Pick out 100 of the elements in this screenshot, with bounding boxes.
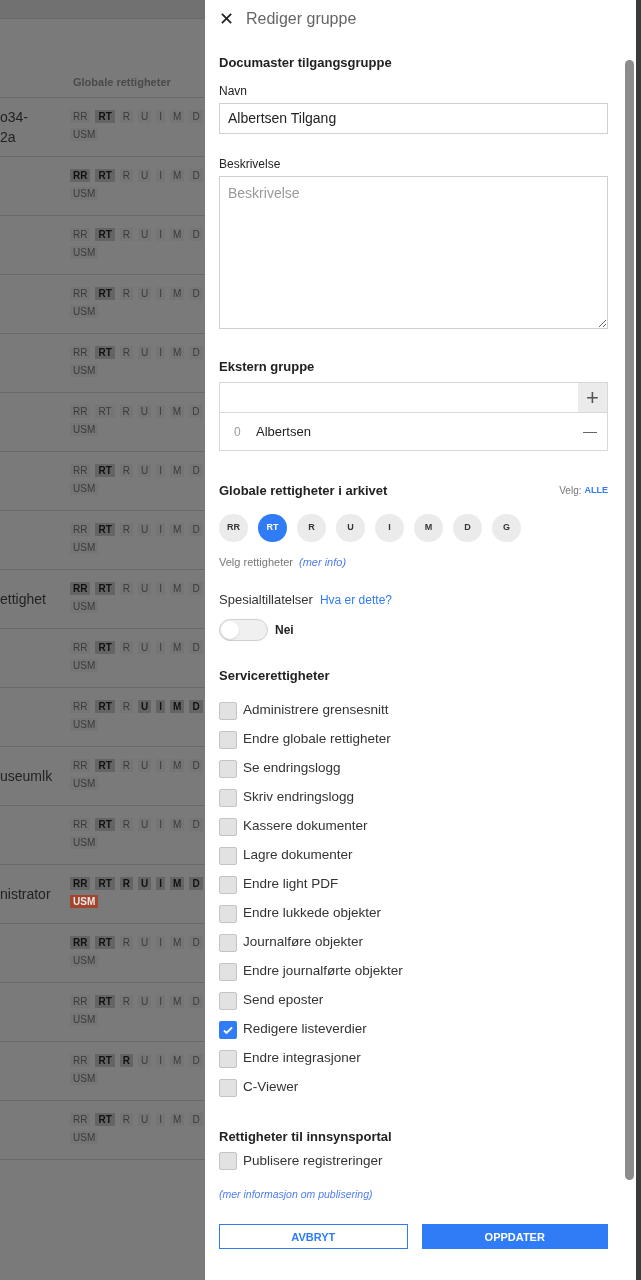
right-badge: USM <box>70 1131 99 1144</box>
right-toggle[interactable]: I <box>375 513 404 542</box>
checkbox-label: Redigere listeverdier <box>243 1020 367 1039</box>
right-badge: RT <box>95 995 115 1008</box>
checkbox[interactable] <box>219 962 237 981</box>
right-badge: USM <box>70 364 99 377</box>
right-badge: M <box>170 936 185 949</box>
toggle-switch[interactable] <box>219 618 268 641</box>
checkbox[interactable] <box>219 788 237 807</box>
checkbox-label: Endre globale rettigheter <box>243 730 391 749</box>
field-label: Beskrivelse <box>219 155 282 173</box>
right-badge: R <box>119 641 134 654</box>
right-badge: RT <box>95 523 115 536</box>
description-field[interactable]: Beskrivelse <box>219 175 608 329</box>
right-badge: R <box>119 995 134 1008</box>
right-badge: USM <box>70 541 99 554</box>
checkbox-label: Lagre dokumenter <box>243 846 353 865</box>
checkbox[interactable] <box>219 730 237 749</box>
right-badge: R <box>119 759 134 772</box>
right-badge: M <box>170 464 185 477</box>
publishing-info-link[interactable]: (mer informasjon om publisering) <box>219 1186 608 1203</box>
right-badge: M <box>170 287 185 300</box>
name-field[interactable]: Albertsen Tilgang <box>219 102 608 134</box>
right-badge: I <box>156 700 166 713</box>
right-badge: M <box>170 523 185 536</box>
right-badge: USM <box>70 482 99 495</box>
section-title: Servicerettigheter <box>219 666 331 685</box>
right-badge: RR <box>70 405 91 418</box>
checkbox-label: Endre light PDF <box>243 875 339 894</box>
checkbox[interactable] <box>219 875 237 894</box>
field-label: Navn <box>219 82 248 100</box>
right-badge: RT <box>95 405 115 418</box>
right-badge: R <box>119 1113 134 1126</box>
right-badge: U <box>138 700 152 713</box>
right-badge: RT <box>95 877 115 890</box>
checkbox-label: C-Viewer <box>243 1078 299 1097</box>
section-title: Rettigheter til innsynsportal <box>219 1128 393 1146</box>
right-badge: M <box>170 1054 185 1067</box>
right-badge: R <box>119 1054 134 1067</box>
checkbox[interactable] <box>219 904 237 923</box>
remove-button[interactable]: — <box>583 421 597 442</box>
rights-hint: Velg rettigheter <box>219 554 293 570</box>
right-badge: RT <box>95 228 115 241</box>
right-badge: USM <box>70 305 99 318</box>
right-badge: R <box>119 936 134 949</box>
checkbox[interactable] <box>219 1020 237 1039</box>
right-badge: M <box>170 1113 185 1126</box>
right-toggle[interactable]: RT <box>258 513 287 542</box>
checkbox[interactable] <box>219 846 237 865</box>
right-badge: RR <box>70 110 91 123</box>
right-toggle[interactable]: G <box>492 513 521 542</box>
right-badge: RT <box>95 1054 115 1067</box>
right-toggle[interactable]: RR <box>219 513 248 542</box>
close-button[interactable]: ✕ <box>219 10 234 28</box>
cancel-button[interactable]: AVBRYT <box>219 1224 408 1250</box>
right-badge: RR <box>70 228 91 241</box>
right-badge: RT <box>95 346 115 359</box>
panel-title: Rediger gruppe <box>246 9 357 29</box>
checkbox-label: Kassere dokumenter <box>243 817 368 836</box>
right-badge: RT <box>95 700 115 713</box>
right-badge: M <box>169 405 185 418</box>
right-toggle[interactable]: R <box>297 513 326 542</box>
right-badge: R <box>119 523 134 536</box>
right-toggle[interactable]: M <box>414 513 443 542</box>
right-badge: USM <box>70 128 99 141</box>
right-badge: RR <box>70 287 91 300</box>
right-badge: R <box>119 405 133 418</box>
checkbox[interactable] <box>219 991 237 1010</box>
checkbox[interactable] <box>219 817 237 836</box>
right-badge: RR <box>70 464 91 477</box>
right-badge: RT <box>95 641 115 654</box>
help-link[interactable]: Hva er dette? <box>319 590 392 609</box>
table-cell-text: nistrator <box>0 885 52 904</box>
table-cell-text: ettighet <box>0 590 47 609</box>
right-toggle[interactable]: U <box>336 513 365 542</box>
scrollbar[interactable] <box>624 60 634 1180</box>
right-badge: R <box>119 700 134 713</box>
checkbox[interactable] <box>219 759 237 778</box>
right-toggle[interactable]: D <box>453 513 482 542</box>
add-button[interactable]: + <box>578 383 607 412</box>
section-title: Ekstern gruppe <box>219 357 316 376</box>
checkbox[interactable] <box>219 1152 237 1170</box>
right-badge: M <box>170 818 185 831</box>
special-label: Spesialtillatelser <box>219 591 313 609</box>
checkbox[interactable] <box>219 1078 237 1097</box>
group-name: Albertsen <box>256 422 312 441</box>
right-badge: R <box>119 346 134 359</box>
right-badge: M <box>170 582 185 595</box>
right-badge: RR <box>70 700 91 713</box>
right-badge: USM <box>70 777 99 790</box>
checkbox[interactable] <box>219 701 237 720</box>
more-info-link[interactable]: (mer info) <box>299 553 347 570</box>
update-button[interactable]: OPPDATER <box>421 1224 608 1250</box>
right-badge: R <box>119 287 134 300</box>
right-badge: RR <box>70 346 91 359</box>
toggle-value: Nei <box>275 621 294 639</box>
group-index: 0 <box>234 423 242 441</box>
checkbox[interactable] <box>219 933 237 952</box>
checkbox[interactable] <box>219 1049 237 1068</box>
select-all-link[interactable]: ALLE <box>584 484 608 498</box>
